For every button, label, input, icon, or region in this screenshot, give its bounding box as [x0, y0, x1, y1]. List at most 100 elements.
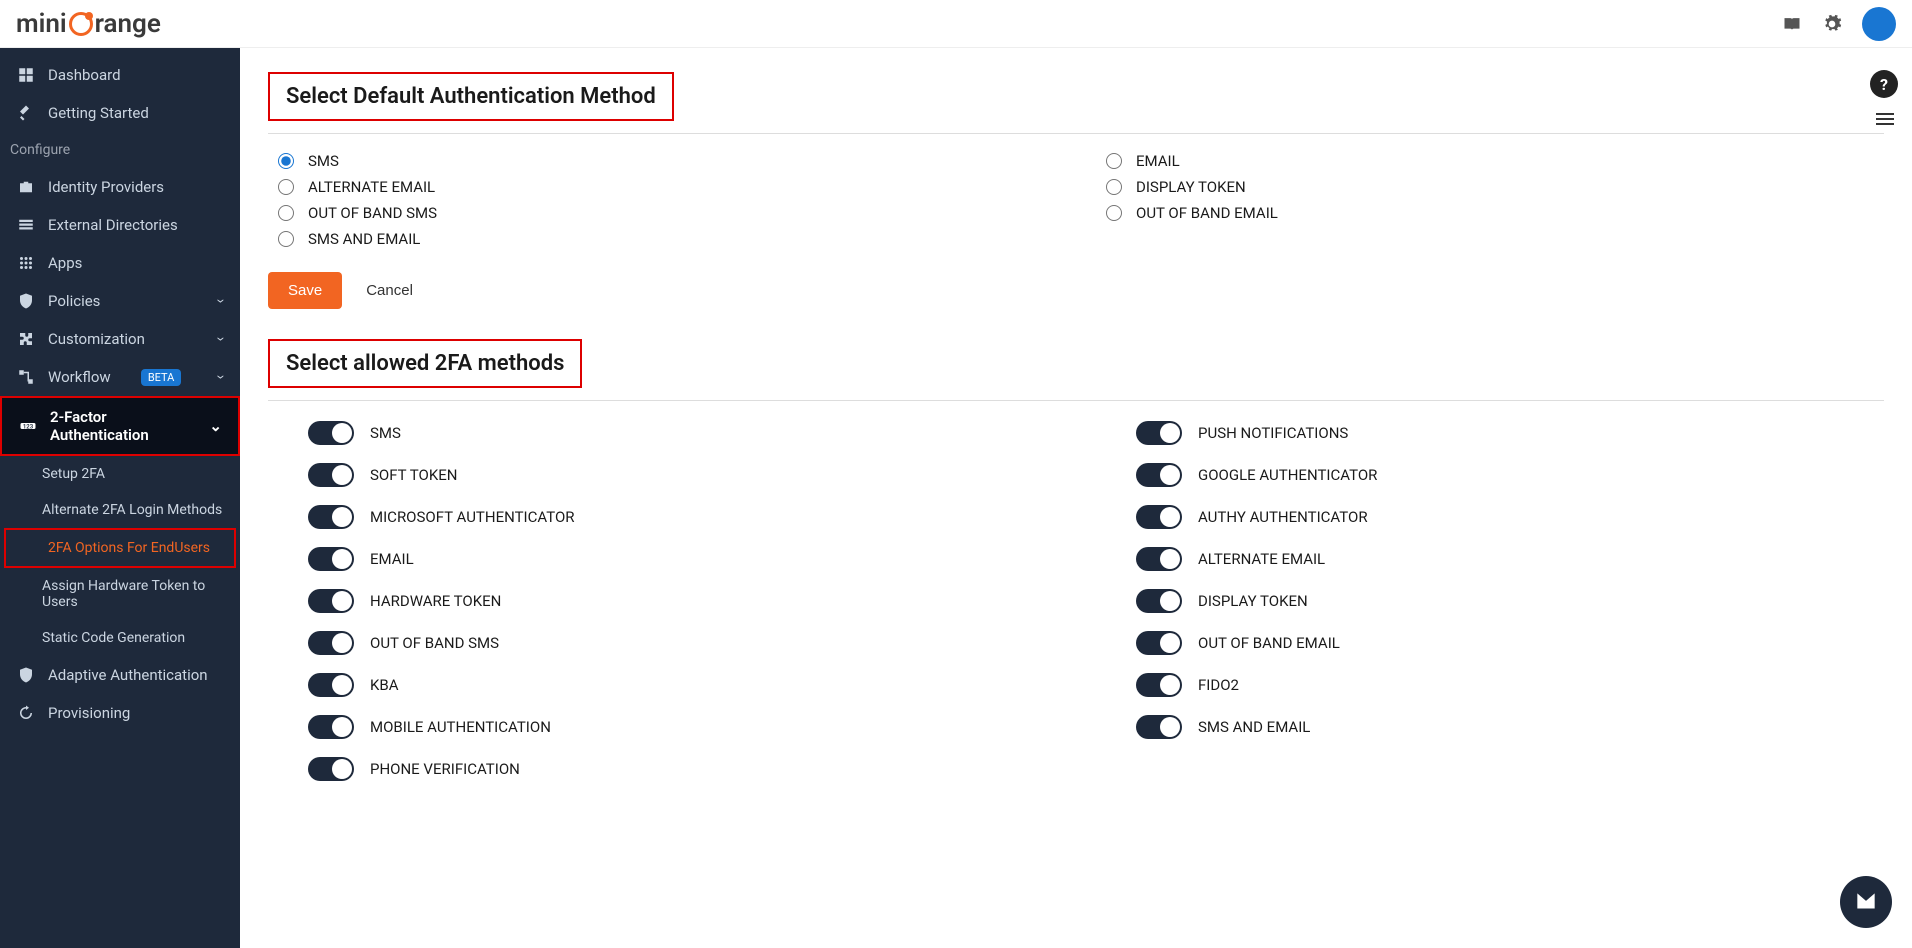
- flow-icon: [16, 368, 36, 386]
- toggle-switch[interactable]: [1136, 421, 1182, 445]
- logo-suffix: range: [95, 9, 161, 39]
- toggle-switch[interactable]: [1136, 715, 1182, 739]
- puzzle-icon: [16, 330, 36, 348]
- toggle-switch[interactable]: [308, 547, 354, 571]
- sidebar-item-identity-providers[interactable]: Identity Providers: [0, 168, 240, 206]
- radio-input[interactable]: [278, 205, 294, 221]
- sidebar-item-label: Identity Providers: [48, 178, 164, 196]
- radio-label[interactable]: SMS AND EMAIL: [308, 230, 420, 248]
- toggle-option: PHONE VERIFICATION: [308, 757, 1056, 781]
- toggle-label: MICROSOFT AUTHENTICATOR: [370, 508, 575, 526]
- avatar[interactable]: [1862, 7, 1896, 41]
- radio-label[interactable]: EMAIL: [1136, 152, 1180, 170]
- toggle-switch[interactable]: [1136, 505, 1182, 529]
- sidebar-item-apps[interactable]: Apps: [0, 244, 240, 282]
- toggle-switch[interactable]: [308, 421, 354, 445]
- help-button[interactable]: ?: [1870, 70, 1898, 98]
- toggle-option: ALTERNATE EMAIL: [1136, 547, 1884, 571]
- sidebar-item-getting-started[interactable]: Getting Started: [0, 94, 240, 132]
- refresh-icon: [16, 704, 36, 722]
- toggle-switch[interactable]: [1136, 589, 1182, 613]
- toggle-switch[interactable]: [1136, 463, 1182, 487]
- chat-button[interactable]: [1840, 876, 1892, 928]
- chevron-right-icon: ›: [213, 375, 231, 380]
- radio-label[interactable]: ALTERNATE EMAIL: [308, 178, 435, 196]
- radio-label[interactable]: SMS: [308, 152, 339, 170]
- toggle-switch[interactable]: [1136, 631, 1182, 655]
- radio-input[interactable]: [1106, 153, 1122, 169]
- radio-option: EMAIL: [1096, 152, 1884, 170]
- radio-input[interactable]: [278, 153, 294, 169]
- logo-prefix: mini: [16, 9, 67, 39]
- toggle-option: KBA: [308, 673, 1056, 697]
- chevron-right-icon: ›: [213, 299, 231, 304]
- shield-icon: [16, 292, 36, 310]
- chevron-right-icon: ›: [213, 337, 231, 342]
- toggle-label: SOFT TOKEN: [370, 466, 457, 484]
- radio-input[interactable]: [1106, 205, 1122, 221]
- logo[interactable]: mini range: [16, 9, 161, 39]
- dashboard-icon: [16, 66, 36, 84]
- toggle-switch[interactable]: [308, 673, 354, 697]
- toggle-switch[interactable]: [308, 505, 354, 529]
- toggle-label: EMAIL: [370, 550, 414, 568]
- toggle-label: AUTHY AUTHENTICATOR: [1198, 508, 1368, 526]
- sidebar-item-label: Dashboard: [48, 66, 121, 84]
- toggle-switch[interactable]: [308, 631, 354, 655]
- sidebar-item-2fa[interactable]: 123 2-Factor Authentication ⌄: [0, 396, 240, 456]
- sidebar-item-external-directories[interactable]: External Directories: [0, 206, 240, 244]
- toggle-switch[interactable]: [1136, 547, 1182, 571]
- sidebar-sub-static[interactable]: Static Code Generation: [0, 620, 240, 656]
- radio-option: OUT OF BAND EMAIL: [1096, 204, 1884, 222]
- toggle-option: SMS AND EMAIL: [1136, 715, 1884, 739]
- toggle-label: SMS AND EMAIL: [1198, 718, 1310, 736]
- sidebar-item-customization[interactable]: Customization ›: [0, 320, 240, 358]
- radio-option: ALTERNATE EMAIL: [268, 178, 1056, 196]
- sidebar-item-provisioning[interactable]: Provisioning: [0, 694, 240, 732]
- toggle-label: GOOGLE AUTHENTICATOR: [1198, 466, 1377, 484]
- toggle-label: OUT OF BAND SMS: [370, 634, 499, 652]
- toggle-option: MICROSOFT AUTHENTICATOR: [308, 505, 1056, 529]
- toggle-switch[interactable]: [1136, 673, 1182, 697]
- gear-icon[interactable]: [1822, 14, 1842, 34]
- toggle-label: PUSH NOTIFICATIONS: [1198, 424, 1348, 442]
- radio-input[interactable]: [1106, 179, 1122, 195]
- sidebar-item-adaptive-auth[interactable]: Adaptive Authentication: [0, 656, 240, 694]
- section-title-allowed-2fa: Select allowed 2FA methods: [268, 339, 582, 388]
- sidebar: Dashboard Getting Started Configure Iden…: [0, 48, 240, 948]
- toggle-label: ALTERNATE EMAIL: [1198, 550, 1325, 568]
- toggle-label: SMS: [370, 424, 401, 442]
- toggle-label: KBA: [370, 676, 399, 694]
- sidebar-item-label: Customization: [48, 330, 145, 348]
- toggle-switch[interactable]: [308, 589, 354, 613]
- toggle-option: OUT OF BAND EMAIL: [1136, 631, 1884, 655]
- radio-option: SMS AND EMAIL: [268, 230, 1056, 248]
- sidebar-sub-hardware[interactable]: Assign Hardware Token to Users: [0, 568, 240, 620]
- cancel-button[interactable]: Cancel: [366, 282, 413, 299]
- sidebar-sub-setup-2fa[interactable]: Setup 2FA: [0, 456, 240, 492]
- radio-input[interactable]: [278, 179, 294, 195]
- sidebar-item-label: Apps: [48, 254, 82, 272]
- radio-label[interactable]: OUT OF BAND SMS: [308, 204, 437, 222]
- beta-badge: BETA: [141, 369, 182, 386]
- apps-icon: [16, 254, 36, 272]
- sidebar-item-label: Getting Started: [48, 104, 149, 122]
- sidebar-item-workflow[interactable]: Workflow BETA ›: [0, 358, 240, 396]
- side-menu-toggle[interactable]: [1876, 110, 1894, 128]
- toggle-option: GOOGLE AUTHENTICATOR: [1136, 463, 1884, 487]
- sidebar-sub-alternate[interactable]: Alternate 2FA Login Methods: [0, 492, 240, 528]
- radio-option: DISPLAY TOKEN: [1096, 178, 1884, 196]
- sidebar-sub-endusers[interactable]: 2FA Options For EndUsers: [4, 528, 236, 568]
- toggle-switch[interactable]: [308, 715, 354, 739]
- toggle-switch[interactable]: [308, 757, 354, 781]
- save-button[interactable]: Save: [268, 272, 342, 309]
- toggle-switch[interactable]: [308, 463, 354, 487]
- radio-label[interactable]: OUT OF BAND EMAIL: [1136, 204, 1278, 222]
- radio-label[interactable]: DISPLAY TOKEN: [1136, 178, 1246, 196]
- book-icon[interactable]: [1782, 14, 1802, 34]
- divider: [268, 400, 1884, 401]
- sidebar-item-dashboard[interactable]: Dashboard: [0, 56, 240, 94]
- sidebar-item-policies[interactable]: Policies ›: [0, 282, 240, 320]
- radio-input[interactable]: [278, 231, 294, 247]
- mail-icon: [1853, 889, 1879, 915]
